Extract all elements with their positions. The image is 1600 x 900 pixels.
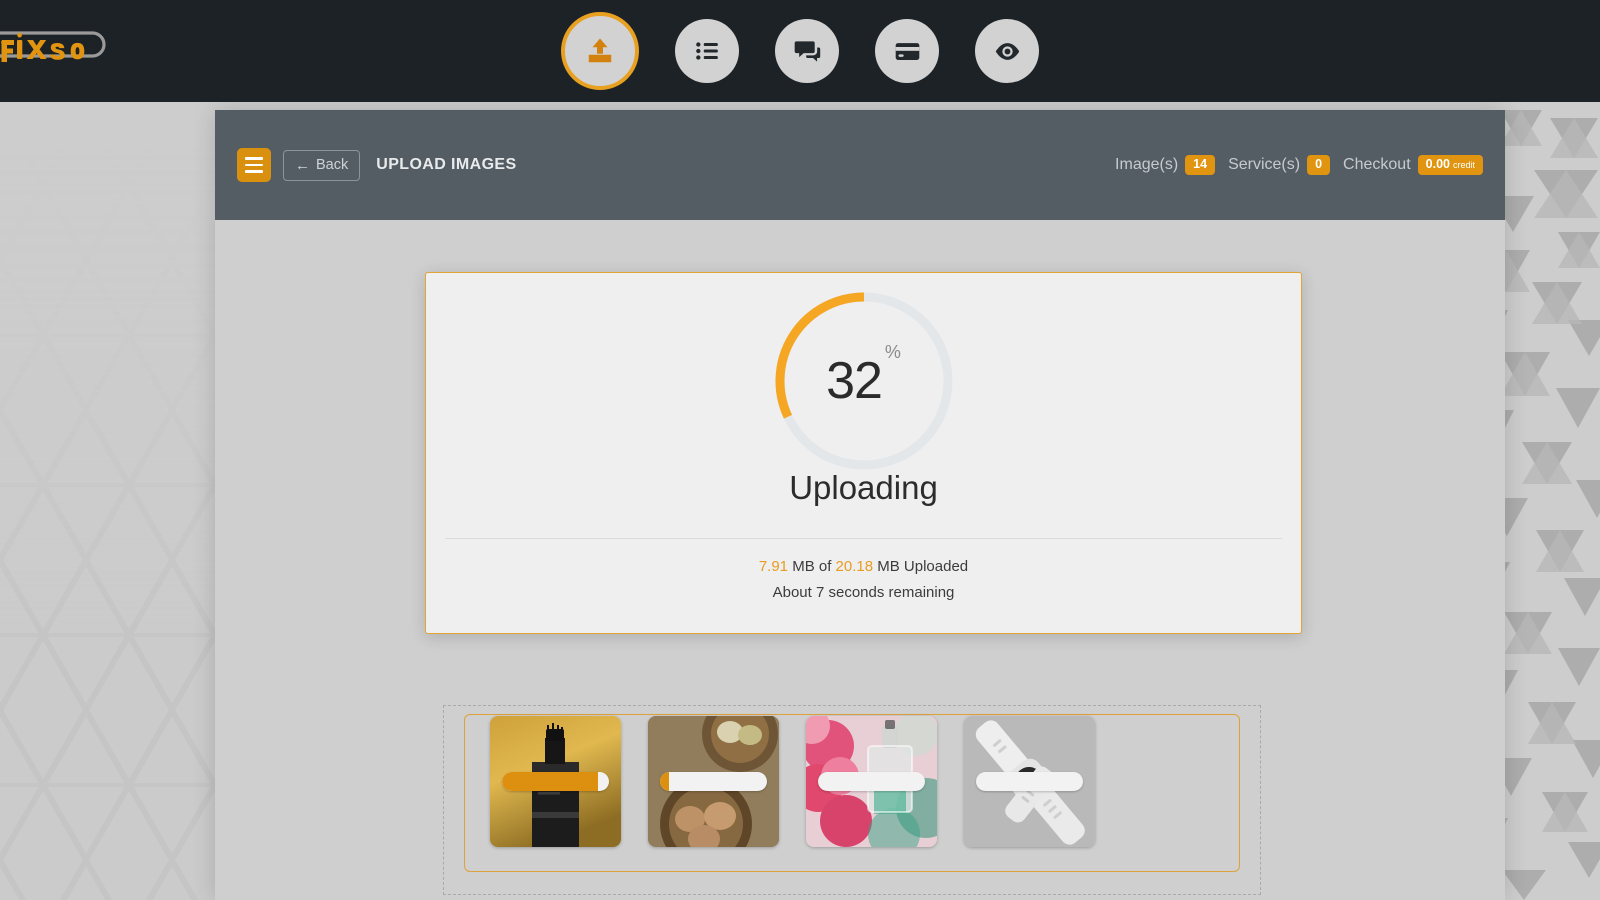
- hamburger-menu-icon[interactable]: [237, 148, 271, 182]
- thumbnail-pink-flowers-perfume[interactable]: [806, 716, 937, 847]
- page-title: UPLOAD IMAGES: [376, 156, 517, 173]
- sub-header: ← Back UPLOAD IMAGES Image(s) 14 Service…: [215, 110, 1505, 220]
- top-navbar: [0, 0, 1600, 102]
- header-stats: Image(s) 14 Service(s) 0 Checkout 0.00 cr…: [1115, 155, 1483, 175]
- modal-status-text: 7.91 MB of 20.18 MB Uploaded About 7 sec…: [426, 554, 1301, 607]
- nav-orders-button[interactable]: [675, 19, 739, 83]
- back-button[interactable]: ← Back: [283, 149, 361, 181]
- arrow-left-icon: ←: [295, 156, 310, 174]
- checkout-label: Checkout: [1343, 156, 1411, 173]
- thumbnail-wooden-bowls-fruit[interactable]: [648, 716, 779, 847]
- upload-size-line: 7.91 MB of 20.18 MB Uploaded: [426, 554, 1301, 580]
- progress-percent-value: 32: [826, 352, 883, 410]
- nav-upload-button[interactable]: [561, 12, 639, 90]
- nav-messages-button[interactable]: [775, 19, 839, 83]
- uploaded-unit: MB of: [788, 558, 836, 575]
- thumbnail-progress-bar: [502, 772, 609, 791]
- modal-title: Uploading: [789, 469, 938, 506]
- upload-progress-modal: 32 % Uploading 7.91 MB of 20.18 MB Uploa…: [425, 272, 1302, 634]
- upload-dropzone[interactable]: [443, 705, 1261, 895]
- total-size: 20.18: [835, 558, 874, 575]
- time-remaining: About 7 seconds remaining: [772, 584, 955, 602]
- top-nav-icons: [0, 0, 1600, 102]
- background-pattern-left: [0, 110, 215, 900]
- stat-images[interactable]: Image(s) 14: [1115, 155, 1216, 175]
- progress-percent-symbol: %: [884, 342, 901, 362]
- stat-services-badge: 0: [1307, 155, 1331, 175]
- thumbnail-progress-fill: [502, 772, 599, 791]
- nav-preview-button[interactable]: [975, 19, 1039, 83]
- stat-services[interactable]: Service(s) 0: [1228, 155, 1331, 175]
- thumbnail-progress-bar: [818, 772, 925, 791]
- checkout-badge: 0.00 credit: [1417, 155, 1483, 175]
- stat-services-label: Service(s): [1228, 156, 1301, 173]
- checkout-value: 0.00: [1425, 157, 1450, 172]
- checkout-button[interactable]: Checkout 0.00 credit: [1343, 155, 1483, 175]
- back-button-label: Back: [316, 157, 349, 173]
- progress-ring-label: 32 %: [769, 286, 959, 476]
- stat-images-badge: 14: [1185, 155, 1216, 175]
- thumbnail-white-smartwatch[interactable]: [964, 716, 1095, 847]
- uploaded-size: 7.91: [758, 558, 789, 575]
- modal-divider: [445, 538, 1282, 539]
- progress-ring: 32 %: [769, 286, 959, 476]
- nav-billing-button[interactable]: [875, 19, 939, 83]
- thumbnail-perfume-bottle-gold[interactable]: [490, 716, 621, 847]
- total-unit: MB Uploaded: [873, 558, 969, 575]
- thumbnail-progress-bar: [660, 772, 767, 791]
- thumbnail-progress-bar: [976, 772, 1083, 791]
- stat-images-label: Image(s): [1115, 156, 1179, 173]
- thumbnail-list: [490, 716, 1095, 847]
- checkout-unit: credit: [1452, 160, 1475, 171]
